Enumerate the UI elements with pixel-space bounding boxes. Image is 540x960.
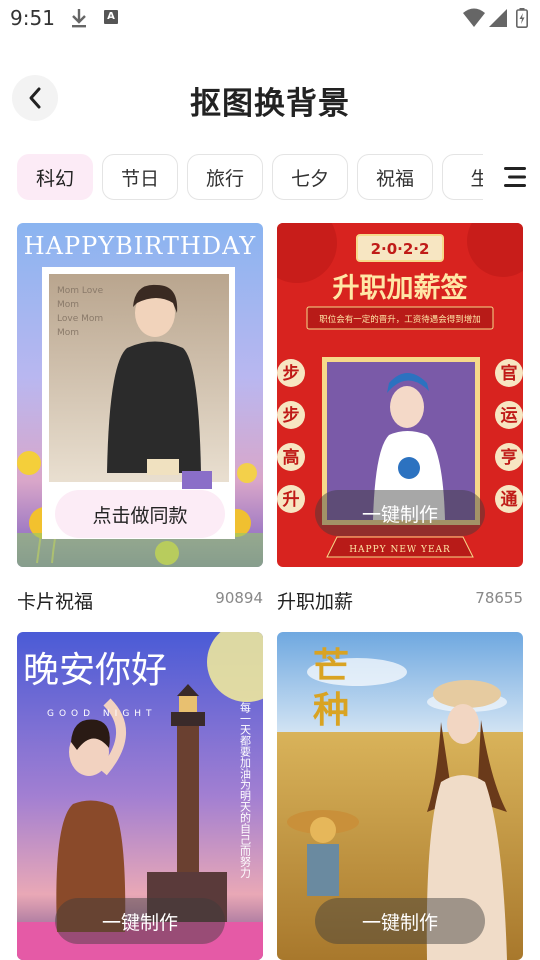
promotion-headline: 升职加薪签	[333, 272, 469, 304]
side-char: 步	[283, 363, 300, 384]
page-title: 抠图换背景	[190, 86, 350, 122]
tab-holiday[interactable]: 节日	[102, 154, 178, 200]
menu-icon[interactable]	[500, 164, 532, 190]
card-title: 升职加薪	[277, 591, 354, 613]
side-char: 官	[501, 363, 518, 384]
template-card-mangzhong[interactable]: 芒 种 一键制作	[277, 632, 523, 960]
template-card-birthday[interactable]: Mom Love Mom Love Mom Mom HAPPYBIRTHDAY …	[17, 223, 263, 567]
birthday-banner-text: HAPPYBIRTHDAY	[24, 232, 257, 260]
app-a-icon: A	[104, 10, 118, 24]
one-click-make-button[interactable]: 一键制作	[315, 490, 485, 536]
side-char: 亨	[501, 447, 518, 468]
side-char: 运	[501, 406, 518, 426]
make-same-button[interactable]: 点击做同款	[55, 490, 225, 538]
goodnight-side-text: 每一天都要加油为明天的自己而努力	[239, 701, 252, 878]
status-bar: 9:51 A	[0, 0, 540, 36]
one-click-make-button[interactable]: 一键制作	[55, 898, 225, 944]
download-icon	[72, 9, 86, 28]
tab-birthday[interactable]: 生	[442, 154, 483, 200]
svg-text:Mom: Mom	[57, 328, 79, 338]
svg-text:Love Mom: Love Mom	[57, 314, 103, 324]
goodnight-headline: 晚安你好	[23, 650, 167, 691]
tab-scifi[interactable]: 科幻	[17, 154, 93, 200]
side-char: 通	[501, 490, 518, 510]
card-title: 卡片祝福	[17, 591, 94, 613]
goodnight-tagline: GOOD NIGHT	[47, 709, 157, 719]
wifi-icon	[463, 8, 485, 27]
category-tabs: 科幻 节日 旅行 七夕 祝福 生	[0, 154, 483, 200]
side-char: 升	[283, 490, 300, 510]
year-text: 2·0·2·2	[371, 240, 430, 258]
mangzhong-headline-1: 芒	[313, 645, 349, 687]
tab-travel[interactable]: 旅行	[187, 154, 263, 200]
svg-text:Mom Love: Mom Love	[57, 286, 104, 296]
signal-icon	[489, 9, 507, 27]
tab-qixi[interactable]: 七夕	[272, 154, 348, 200]
template-card-goodnight[interactable]: 晚安你好 GOOD NIGHT 每一天都要加油为明天的自己而努力 一键制作	[17, 632, 263, 960]
mangzhong-headline-2: 种	[313, 689, 349, 731]
side-char: 步	[283, 405, 300, 426]
promotion-footer: HAPPY NEW YEAR	[349, 545, 451, 555]
one-click-make-button[interactable]: 一键制作	[315, 898, 485, 944]
card-use-count: 90894	[215, 589, 263, 607]
side-char: 高	[283, 447, 300, 468]
template-card-promotion[interactable]: 2·0·2·2 升职加薪签 职位会有一定的晋升，工资待遇会得到增加 步 步 高 …	[277, 223, 523, 567]
battery-icon	[516, 8, 528, 28]
promotion-subline: 职位会有一定的晋升，工资待遇会得到增加	[319, 314, 481, 325]
tab-blessing[interactable]: 祝福	[357, 154, 433, 200]
status-time: 9:51	[10, 6, 55, 30]
card-use-count: 78655	[475, 589, 523, 607]
svg-text:Mom: Mom	[57, 300, 79, 310]
